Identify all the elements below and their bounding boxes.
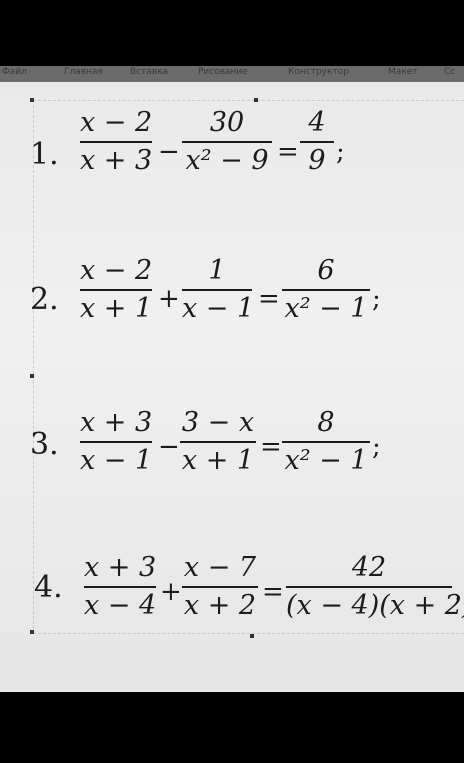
numerator: 6: [317, 255, 335, 286]
denominator: x − 1: [80, 445, 153, 476]
tab-references[interactable]: Сс: [444, 67, 455, 77]
numerator: 42: [351, 552, 387, 583]
fraction-3: 42 (x − 4)(x + 2): [286, 552, 464, 621]
fraction-bar: [300, 141, 334, 143]
equals-sign: =: [258, 284, 280, 314]
problem-number: 1.: [30, 137, 59, 172]
denominator: 9: [308, 145, 326, 176]
numerator: x + 3: [80, 407, 153, 438]
denominator: x² − 1: [284, 445, 368, 476]
margin-marker: [30, 374, 34, 378]
fraction-2: 30 x² − 9: [182, 108, 272, 176]
tab-home[interactable]: Главная: [64, 67, 103, 77]
fraction-bar: [286, 586, 452, 588]
fraction-3: 8 x² − 1: [282, 408, 370, 476]
fraction-bar: [80, 289, 152, 291]
denominator: x² − 9: [185, 145, 269, 176]
margin-marker: [254, 98, 258, 102]
fraction-bar: [182, 289, 252, 291]
numerator: 8: [317, 407, 335, 438]
problem-number: 2.: [30, 282, 59, 317]
denominator: x − 4: [84, 590, 157, 621]
fraction-3: 4 9: [300, 108, 334, 176]
equals-sign: =: [277, 137, 299, 167]
fraction-bar: [182, 586, 258, 588]
numerator: 4: [308, 107, 326, 138]
operator: +: [158, 284, 180, 314]
denominator: (x − 4)(x + 2): [286, 590, 464, 621]
fraction-2: 1 x − 1: [182, 255, 255, 324]
tab-draw[interactable]: Рисование: [198, 67, 248, 77]
denominator: x² − 1: [284, 293, 368, 324]
numerator: x − 7: [183, 552, 257, 583]
fraction-1: x − 2 x + 1: [80, 256, 152, 324]
fraction-2: x − 7 x + 2: [182, 553, 258, 621]
tab-layout[interactable]: Макет: [388, 67, 418, 77]
denominator: x + 3: [80, 145, 153, 176]
margin-marker: [30, 98, 34, 102]
denominator: x + 1: [80, 293, 153, 324]
fraction-bar: [182, 141, 272, 143]
fraction-3: 6 x² − 1: [282, 256, 370, 324]
fraction-bar: [80, 441, 152, 443]
fraction-bar: [282, 289, 370, 291]
fraction-2: 3 − x x + 1: [180, 408, 256, 476]
numerator: 3 − x: [181, 407, 255, 438]
numerator: x − 2: [80, 107, 153, 138]
denominator: x + 2: [183, 590, 257, 621]
numerator: x + 3: [84, 552, 157, 583]
margin-marker: [250, 634, 254, 638]
numerator: 30: [209, 107, 245, 138]
fraction-bar: [282, 441, 370, 443]
margin-marker: [30, 630, 34, 634]
terminator: ;: [372, 432, 381, 462]
problem-number: 3.: [30, 427, 59, 462]
denominator: x − 1: [182, 293, 255, 324]
fraction-bar: [80, 141, 152, 143]
tab-design[interactable]: Конструктор: [288, 67, 349, 77]
fraction-1: x − 2 x + 3: [80, 108, 152, 176]
ribbon-tab-bar: Файл Главная Вставка Рисование Конструкт…: [0, 66, 464, 82]
operator: +: [160, 577, 182, 607]
fraction-1: x + 3 x − 1: [80, 408, 152, 476]
terminator: ;: [372, 284, 381, 314]
operator: −: [158, 137, 180, 167]
fraction-bar: [84, 586, 156, 588]
denominator: x + 1: [181, 445, 255, 476]
problem-number: 4.: [34, 570, 63, 605]
fraction-bar: [180, 441, 256, 443]
numerator: 1: [208, 255, 226, 286]
terminator: .: [454, 577, 463, 607]
operator: −: [158, 432, 180, 462]
terminator: ;: [336, 137, 345, 167]
equals-sign: =: [262, 577, 284, 607]
tab-insert[interactable]: Вставка: [130, 67, 168, 77]
fraction-1: x + 3 x − 4: [84, 553, 156, 621]
numerator: x − 2: [80, 255, 153, 286]
equals-sign: =: [260, 432, 282, 462]
tab-file[interactable]: Файл: [2, 67, 27, 77]
